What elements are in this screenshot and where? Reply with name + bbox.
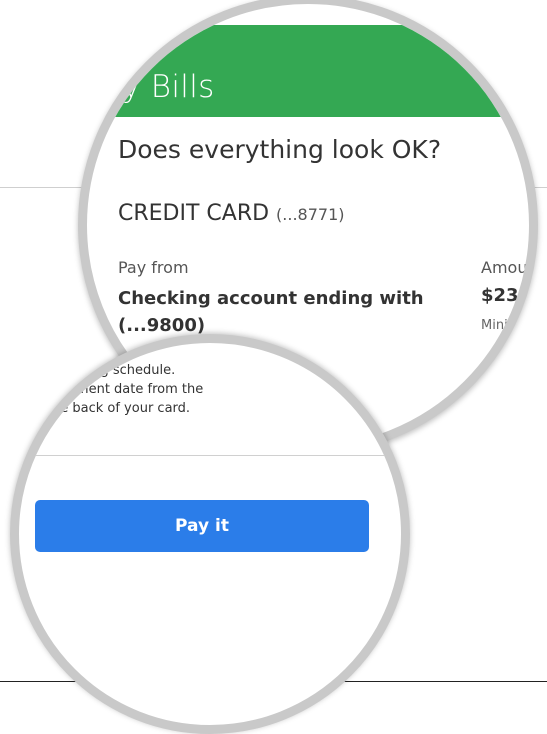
pay-from-account-number: (...9800) [118, 315, 206, 336]
amount-value: $23 [481, 285, 519, 306]
note-line-2: ocessing schedule. [52, 363, 176, 378]
minimum-label: Mini [481, 318, 508, 333]
magnifier-lens-bottom: s payment ocessing schedule. payment dat… [10, 334, 410, 734]
pay-from-account: Checking account ending with [118, 288, 424, 309]
review-heading: Does everything look OK? [118, 135, 442, 164]
payment-note: s payment ocessing schedule. payment dat… [52, 343, 204, 418]
amount-label: Amou [481, 258, 528, 277]
note-line-1: s payment [52, 344, 121, 359]
account-type: CREDIT CARD [118, 201, 270, 226]
pay-from-value: Checking account ending with (...9800) [118, 285, 438, 339]
app-title: y Bills [122, 69, 215, 105]
pay-it-button[interactable]: Pay it [35, 500, 369, 552]
note-line-4: he back of your card. [52, 401, 191, 416]
account-title: CREDIT CARD (...8771) [118, 201, 345, 226]
pay-from-label: Pay from [118, 258, 189, 277]
note-line-3: payment date from the [52, 382, 204, 397]
account-number: (...8771) [276, 205, 345, 224]
app-header: y Bills [87, 25, 529, 117]
footer-divider [19, 455, 401, 456]
payment-footer: s payment ocessing schedule. payment dat… [19, 343, 401, 696]
